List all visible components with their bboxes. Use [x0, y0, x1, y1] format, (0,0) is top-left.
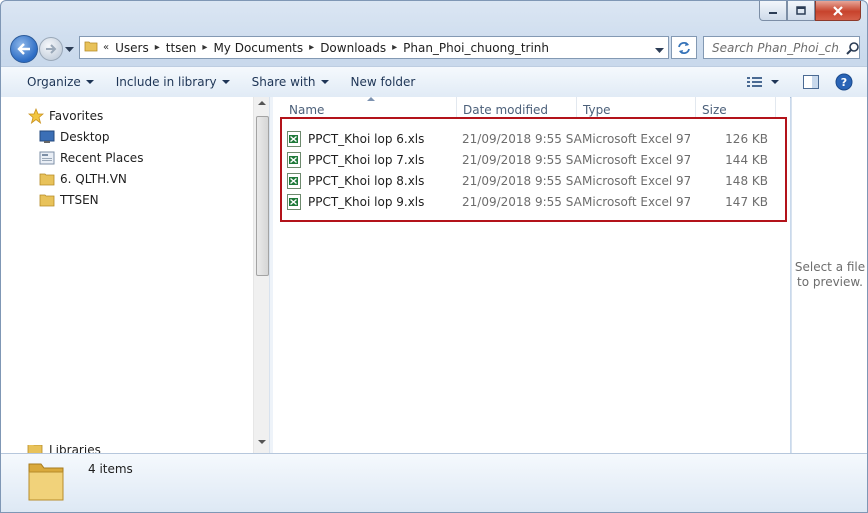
new-folder-button[interactable]: New folder [340, 75, 427, 89]
column-header-size[interactable]: Size [696, 97, 776, 119]
address-history-dropdown[interactable] [655, 43, 664, 57]
breadcrumb-current-folder[interactable]: Phan_Phoi_chuong_trinh [398, 41, 554, 55]
organize-button[interactable]: Organize [15, 75, 105, 89]
address-overflow[interactable]: « [102, 42, 110, 53]
scrollbar-thumb[interactable] [256, 116, 269, 276]
highlight-box [280, 117, 787, 222]
back-arrow-icon [17, 43, 30, 55]
libraries-icon [27, 445, 43, 453]
help-button[interactable]: ? [835, 73, 853, 91]
command-bar: Organize Include in library Share with N… [1, 66, 867, 98]
recent-pages-dropdown[interactable] [65, 42, 74, 56]
breadcrumb-separator-icon[interactable]: ▸ [391, 42, 398, 53]
nav-desktop-label: Desktop [60, 130, 110, 144]
search-input[interactable] [710, 39, 842, 56]
column-size-label: Size [702, 103, 727, 117]
nav-recent-places[interactable]: Recent Places [38, 150, 143, 166]
address-bar[interactable]: « Users ▸ ttsen ▸ My Documents ▸ Downloa… [79, 36, 669, 59]
folder-icon [38, 192, 56, 208]
column-date-label: Date modified [463, 103, 549, 117]
breadcrumb-downloads[interactable]: Downloads [315, 41, 391, 55]
include-in-library-label: Include in library [115, 75, 217, 89]
chevron-down-icon [65, 47, 74, 52]
maximize-icon [796, 6, 806, 15]
search-box[interactable] [703, 36, 860, 59]
preview-pane: Select a file to preview. [791, 97, 867, 453]
preview-message-line1: Select a file [794, 260, 866, 274]
folder-icon [38, 171, 56, 187]
nav-ttsen-folder-label: TTSEN [60, 193, 99, 207]
scroll-up-icon[interactable] [258, 101, 266, 106]
column-header-type[interactable]: Type [577, 97, 696, 119]
folder-icon [84, 39, 98, 56]
forward-button[interactable] [39, 37, 63, 61]
scroll-down-icon[interactable] [258, 440, 266, 445]
recent-places-icon [38, 150, 56, 166]
preview-message: Select a file to preview. [792, 260, 867, 290]
nav-favorites-label: Favorites [49, 109, 104, 123]
item-count: 4 items [88, 462, 133, 476]
share-with-button[interactable]: Share with [241, 75, 340, 89]
star-icon [27, 108, 45, 124]
back-button[interactable] [10, 35, 38, 63]
desktop-icon [38, 129, 56, 145]
help-icon: ? [835, 73, 853, 91]
chevron-down-icon [655, 48, 664, 53]
column-header-name[interactable]: Name [283, 97, 457, 119]
column-type-label: Type [583, 103, 611, 117]
refresh-icon [678, 41, 690, 54]
preview-message-line2: to preview. [797, 275, 863, 289]
view-controls: ? [739, 67, 867, 97]
column-name-label: Name [289, 103, 325, 117]
nav-qlth-folder-label: 6. QLTH.VN [60, 172, 127, 186]
nav-libraries-label: Libraries [49, 445, 101, 453]
forward-arrow-icon [46, 44, 57, 54]
view-options-dropdown[interactable] [771, 79, 779, 85]
preview-pane-button[interactable] [803, 75, 819, 89]
breadcrumb-separator-icon[interactable]: ▸ [308, 42, 315, 53]
preview-pane-icon [803, 75, 819, 89]
breadcrumb-my-documents[interactable]: My Documents [208, 41, 308, 55]
caption-buttons [759, 1, 861, 21]
close-icon [833, 5, 843, 16]
minimize-icon [769, 11, 777, 14]
column-header-date[interactable]: Date modified [457, 97, 577, 119]
share-with-label: Share with [251, 75, 316, 89]
nav-qlth-folder[interactable]: 6. QLTH.VN [38, 171, 127, 187]
change-view-button[interactable] [747, 76, 763, 88]
search-icon[interactable] [846, 41, 859, 55]
breadcrumb-ttsen[interactable]: ttsen [161, 41, 202, 55]
include-in-library-button[interactable]: Include in library [105, 75, 241, 89]
navigation-scrollbar[interactable] [253, 97, 270, 453]
explorer-window: « Users ▸ ttsen ▸ My Documents ▸ Downloa… [0, 0, 868, 513]
nav-ttsen-folder[interactable]: TTSEN [38, 192, 99, 208]
nav-recent-places-label: Recent Places [60, 151, 144, 165]
details-pane: 4 items [1, 453, 867, 512]
chevron-down-icon [320, 79, 329, 84]
nav-favorites[interactable]: Favorites [27, 108, 103, 124]
organize-label: Organize [27, 75, 81, 89]
close-button[interactable] [815, 1, 861, 21]
refresh-button[interactable] [671, 36, 697, 59]
minimize-button[interactable] [759, 1, 787, 21]
chevron-down-icon [771, 79, 779, 84]
chevron-down-icon [85, 79, 94, 84]
chevron-down-icon [221, 79, 230, 84]
breadcrumb-separator-icon[interactable]: ▸ [201, 42, 208, 53]
svg-text:?: ? [841, 76, 847, 89]
breadcrumb-users[interactable]: Users [110, 41, 154, 55]
view-details-icon [747, 77, 762, 87]
breadcrumb-separator-icon[interactable]: ▸ [154, 42, 161, 53]
maximize-button[interactable] [787, 1, 815, 21]
navigation-pane: Favorites Desktop Recent Places 6. QLTH.… [1, 97, 253, 453]
folder-icon [28, 463, 64, 501]
nav-libraries[interactable]: Libraries [27, 445, 257, 453]
nav-desktop[interactable]: Desktop [38, 129, 110, 145]
new-folder-label: New folder [350, 75, 416, 89]
